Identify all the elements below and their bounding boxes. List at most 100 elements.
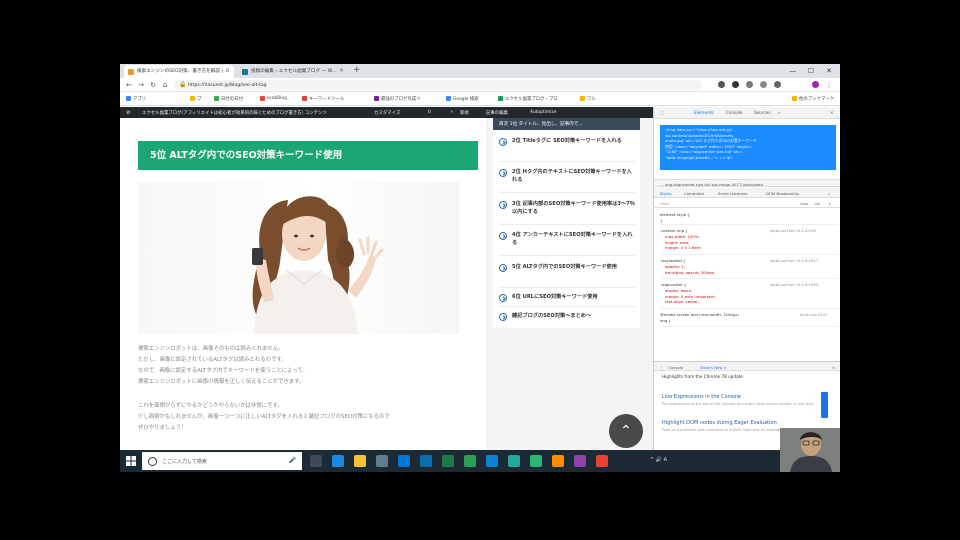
edge-icon[interactable]: [332, 455, 344, 467]
divider: [499, 255, 635, 256]
tab-more[interactable]: »: [778, 110, 781, 115]
mail-icon[interactable]: [398, 455, 410, 467]
close-tab-icon[interactable]: ×: [339, 67, 344, 74]
element-breadcrumb[interactable]: … img.aligncenter.size-full.wp-image-407…: [654, 179, 840, 187]
admin-comments[interactable]: 0: [428, 110, 431, 115]
code-line: wp-content/uploads/2019/08/pexels-: [665, 132, 735, 138]
subtab-more[interactable]: »: [828, 191, 830, 196]
bookmark-icon: [190, 96, 195, 101]
back-button[interactable]: ←: [124, 80, 134, 90]
task-view-icon[interactable]: [310, 455, 322, 467]
reload-button[interactable]: ↻: [148, 80, 158, 90]
css-rule[interactable]: .lazyloaded { style.css?ver=5.2.4:2017 o…: [660, 257, 838, 279]
browser-tab-active[interactable]: 検索エンジンのSEO対策、書き方を解説 | … ×: [124, 65, 234, 78]
app-icon[interactable]: [464, 455, 476, 467]
profile-avatar[interactable]: [812, 81, 819, 88]
selected-node[interactable]: <img data-src="https://hasunet.jp/ wp-co…: [660, 125, 836, 170]
microphone-icon[interactable]: 🎤: [289, 457, 296, 464]
tab-sources[interactable]: Sources: [754, 110, 771, 115]
presenter-video-icon: [780, 428, 840, 472]
css-source[interactable]: style.css?ver=5.2.4:120: [770, 228, 816, 233]
bookmark-item[interactable]: エクセル副業ブログ・ブロ: [498, 96, 558, 102]
app-icon[interactable]: [508, 455, 520, 467]
lock-icon: 🔒: [179, 81, 187, 88]
devtools-inspect-icon[interactable]: ⬚: [660, 110, 664, 115]
wp-logo-icon[interactable]: Ⓦ: [126, 110, 130, 116]
css-source[interactable]: style.css?ver=5.2.4:2017: [770, 258, 818, 263]
taskbar-search[interactable]: ここに入力して検索 🎤: [142, 452, 302, 470]
new-tab-button[interactable]: +: [353, 65, 361, 75]
extension-icon[interactable]: [774, 81, 781, 88]
chrome-icon[interactable]: [596, 455, 608, 467]
devtools-close-icon[interactable]: ×: [830, 110, 834, 115]
drawer-close-icon[interactable]: ×: [832, 365, 835, 370]
drawer-menu-icon[interactable]: ⋮: [660, 365, 664, 370]
home-button[interactable]: ⌂: [160, 80, 170, 90]
bookmark-item[interactable]: ブ: [190, 96, 201, 102]
hover-state-toggle[interactable]: :hov: [800, 201, 808, 206]
filter-input[interactable]: Filter: [660, 201, 669, 206]
camera-icon[interactable]: [376, 455, 388, 467]
store-icon[interactable]: [420, 455, 432, 467]
bookmark-item[interactable]: 日付の日付: [214, 96, 243, 102]
bookmark-item[interactable]: キーワードツール: [302, 96, 344, 102]
close-window-button[interactable]: ✕: [820, 64, 838, 78]
css-rule[interactable]: element.style { }: [660, 211, 838, 225]
excel-icon[interactable]: [442, 455, 454, 467]
forward-button[interactable]: →: [136, 80, 146, 90]
bookmark-item[interactable]: 他のブックマーク: [792, 96, 834, 102]
close-tab-icon[interactable]: ×: [225, 67, 230, 74]
favicon-icon: [242, 68, 248, 75]
bookmark-icon: [302, 96, 307, 101]
system-tray[interactable]: ^ 🔊 A: [650, 457, 667, 463]
styles-filter[interactable]: Filter :hov .cls +: [654, 199, 840, 208]
bookmark-item[interactable]: 最強のブログ作成ツ: [374, 96, 421, 102]
tab-console[interactable]: Console: [726, 110, 743, 115]
css-source[interactable]: style.css?ver=5.2.4:1053: [770, 282, 818, 287]
drawer-tab-whats-new[interactable]: What's New ×: [700, 365, 727, 370]
extension-icon[interactable]: [760, 81, 767, 88]
admin-autoptimize[interactable]: Autoptimize: [530, 110, 556, 115]
photos-icon[interactable]: [486, 455, 498, 467]
css-rule[interactable]: .content img { style.css?ver=5.2.4:120 m…: [660, 227, 838, 255]
bookmark-item[interactable]: ssnbBlog: [260, 96, 287, 101]
tab-elements[interactable]: Elements: [694, 110, 714, 115]
admin-new[interactable]: 新規: [460, 110, 469, 116]
browser-tab[interactable]: 投稿の編集 ‹ エクセル副業ブログ — W… ×: [238, 65, 348, 78]
extension-icon[interactable]: [746, 81, 753, 88]
css-rule[interactable]: .aligncenter { style.css?ver=5.2.4:1053 …: [660, 281, 838, 309]
extension-icon[interactable]: [732, 81, 739, 88]
bookmark-item[interactable]: Google 検索: [446, 96, 479, 102]
scroll-to-top-button[interactable]: ⌃: [609, 414, 643, 448]
css-declaration: display: block;: [665, 288, 693, 293]
drawer-tab-console[interactable]: Console: [668, 365, 683, 370]
dom-tree[interactable]: <img data-src="https://hasunet.jp/ wp-co…: [654, 119, 840, 175]
menu-icon[interactable]: ⋮: [824, 80, 834, 90]
app-icon[interactable]: [530, 455, 542, 467]
bookmark-item[interactable]: アプリ: [126, 96, 146, 102]
subtab-computed[interactable]: Computed: [684, 191, 704, 196]
subtab-dom-breakpoints[interactable]: DOM Breakpoints: [766, 191, 799, 196]
css-source[interactable]: style.css:1247: [800, 312, 827, 317]
whats-new-heading: Highlights from the Chrome 78 update: [662, 374, 743, 379]
maximize-button[interactable]: ☐: [802, 64, 820, 78]
admin-new-icon[interactable]: +: [450, 110, 454, 115]
admin-site-name[interactable]: エクセル副業ブログ(アフィリエイトは初心者が効果的の稼ぐためのブログ書き方) コ…: [142, 110, 327, 116]
admin-edit-post[interactable]: 記事の編集: [486, 110, 508, 116]
file-explorer-icon[interactable]: [354, 455, 366, 467]
extension-icon[interactable]: [718, 81, 725, 88]
paragraph-line: ぜひやりましょう！: [138, 425, 187, 431]
new-rule-button[interactable]: +: [828, 201, 831, 206]
subtab-styles[interactable]: Styles: [660, 191, 672, 196]
minimize-button[interactable]: —: [784, 64, 802, 78]
windows-start-icon[interactable]: [126, 456, 136, 466]
app-icon[interactable]: [552, 455, 564, 467]
css-rule[interactable]: @media screen and (max-width: 1240px) st…: [660, 311, 838, 327]
bookmark-item[interactable]: フル: [580, 96, 596, 102]
app-icon[interactable]: [574, 455, 586, 467]
subtab-event-listeners[interactable]: Event Listeners: [718, 191, 747, 196]
whats-new-item[interactable]: Live Expressions in the Console Pin expr…: [662, 394, 822, 406]
omnibox[interactable]: 🔒 https://hasunet.jp/blog/seo-alt-tag: [174, 80, 702, 90]
class-toggle[interactable]: .cls: [814, 201, 820, 206]
admin-customize[interactable]: カスタマイズ: [374, 110, 400, 116]
